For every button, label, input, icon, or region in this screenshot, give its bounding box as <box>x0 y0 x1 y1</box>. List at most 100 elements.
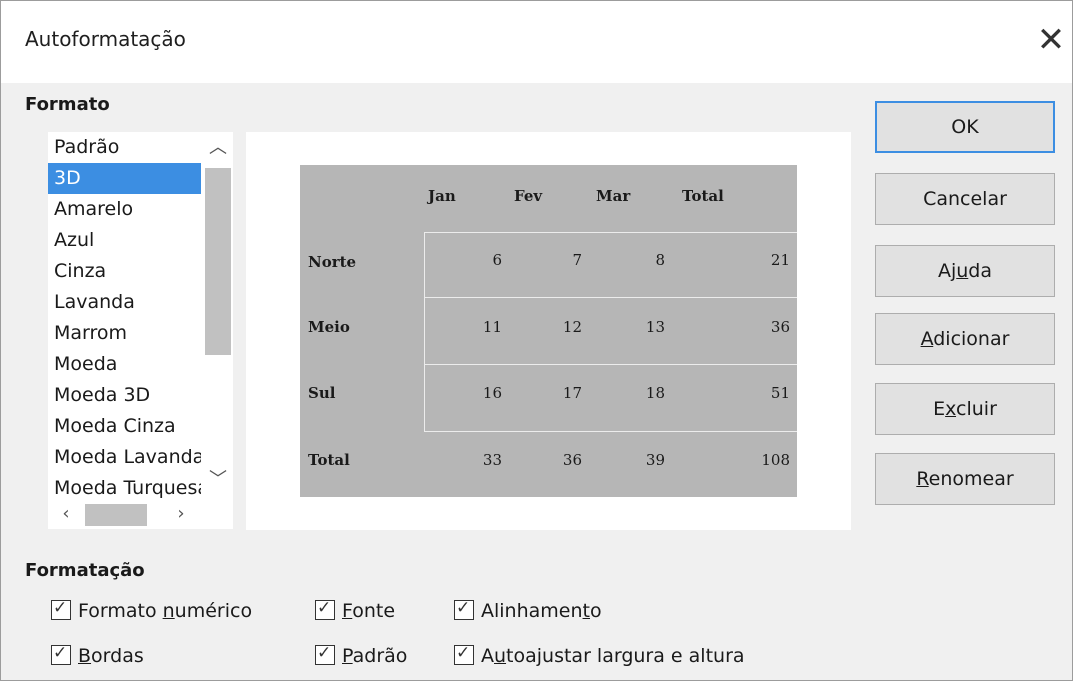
list-item[interactable]: Moeda <box>48 349 204 380</box>
checkbox-accelerator: n <box>162 600 175 622</box>
preview-cell: 108 <box>761 451 790 469</box>
rename-button-label-rest: enomear <box>928 468 1014 490</box>
horizontal-scroll-thumb[interactable] <box>85 504 147 526</box>
checkbox-box[interactable]: ✓ <box>315 598 335 620</box>
check-icon: ✓ <box>317 643 332 663</box>
check-icon: ✓ <box>456 643 471 663</box>
checkbox-box[interactable]: ✓ <box>315 643 335 665</box>
scroll-left-icon[interactable]: ‹ <box>56 502 76 526</box>
preview-cell: 51 <box>770 384 790 402</box>
close-icon[interactable]: ✕ <box>1031 15 1071 65</box>
preview-cell: 6 <box>492 251 502 269</box>
preview-cell: 18 <box>645 384 665 402</box>
add-button[interactable]: Adicionar <box>875 313 1055 365</box>
checkbox-label-rest: ordas <box>91 645 144 667</box>
pattern-checkbox[interactable]: ✓ Padrão <box>315 642 407 670</box>
list-item[interactable]: Moeda Cinza <box>48 411 204 442</box>
scroll-right-icon[interactable]: › <box>171 502 191 526</box>
number-format-checkbox[interactable]: ✓ Formato numérico <box>51 597 252 625</box>
checkbox-box[interactable]: ✓ <box>51 598 71 620</box>
rename-button-accelerator: R <box>916 468 929 490</box>
checkbox-label: Alinhamen <box>481 600 583 622</box>
preview-cell: 21 <box>770 251 790 269</box>
preview-header: Total <box>682 187 724 205</box>
scroll-up-icon[interactable]: ︿ <box>205 138 231 158</box>
check-icon: ✓ <box>53 643 68 663</box>
preview-cell: 36 <box>562 451 582 469</box>
checkbox-label-rest: adrão <box>352 645 408 667</box>
rename-button[interactable]: Renomear <box>875 453 1055 505</box>
preview-cell: 17 <box>562 384 582 402</box>
preview-header: Fev <box>514 187 543 205</box>
preview-header: Jan <box>428 187 456 205</box>
preview-cell: 39 <box>645 451 665 469</box>
list-item[interactable]: Padrão <box>48 132 204 163</box>
list-item[interactable]: Moeda Turquesa <box>48 473 204 498</box>
list-item-selected[interactable]: 3D <box>48 163 204 194</box>
check-icon: ✓ <box>317 598 332 618</box>
delete-button[interactable]: Excluir <box>875 383 1055 435</box>
checkbox-accelerator: B <box>78 645 92 667</box>
vertical-scrollbar[interactable]: ︿ ﹀ <box>201 132 233 498</box>
list-item[interactable]: Moeda Lavanda <box>48 442 204 473</box>
format-list[interactable]: Padrão 3D Amarelo Azul Cinza Lavanda Mar… <box>48 132 233 529</box>
formatacao-label: Formatação <box>25 560 145 581</box>
preview-header: Mar <box>596 187 631 205</box>
checkbox-label-rest: onte <box>352 600 396 622</box>
delete-button-label-rest: cluir <box>956 398 997 420</box>
vertical-scroll-thumb[interactable] <box>205 168 231 355</box>
preview-divider <box>424 297 797 298</box>
preview-cell: 11 <box>482 318 502 336</box>
preview-row-label: Meio <box>308 318 350 336</box>
formato-label: Formato <box>25 94 110 115</box>
scroll-down-icon[interactable]: ﹀ <box>205 470 231 490</box>
checkbox-label-rest: o <box>589 600 602 622</box>
list-item[interactable]: Azul <box>48 225 204 256</box>
preview-divider <box>424 232 797 233</box>
preview-row-label: Total <box>308 451 350 469</box>
delete-button-label: E <box>933 398 946 420</box>
autofit-checkbox[interactable]: ✓ Autoajustar largura e altura <box>454 642 745 670</box>
list-item[interactable]: Lavanda <box>48 287 204 318</box>
list-item[interactable]: Marrom <box>48 318 204 349</box>
format-preview: Jan Fev Mar Total Norte 6 7 8 21 Meio 11… <box>246 132 851 530</box>
checkbox-box[interactable]: ✓ <box>454 598 474 620</box>
list-item[interactable]: Cinza <box>48 256 204 287</box>
checkbox-accelerator: P <box>342 645 353 667</box>
checkbox-box[interactable]: ✓ <box>51 643 71 665</box>
checkbox-label: Formato <box>78 600 163 622</box>
help-button-label-rest: da <box>968 260 993 282</box>
add-button-accelerator: A <box>920 328 934 350</box>
list-item[interactable]: Amarelo <box>48 194 204 225</box>
checkbox-accelerator: F <box>342 600 353 622</box>
preview-cell: 7 <box>572 251 582 269</box>
list-item[interactable]: Moeda 3D <box>48 380 204 411</box>
preview-divider <box>424 431 797 432</box>
checkbox-label: A <box>481 645 494 667</box>
preview-cell: 36 <box>770 318 790 336</box>
ok-button[interactable]: OK <box>875 101 1055 153</box>
checkbox-label-rest: umérico <box>174 600 253 622</box>
dialog-title: Autoformatação <box>25 27 186 51</box>
preview-table: Jan Fev Mar Total Norte 6 7 8 21 Meio 11… <box>300 165 797 497</box>
preview-divider <box>424 364 797 365</box>
cancel-button[interactable]: Cancelar <box>875 173 1055 225</box>
font-checkbox[interactable]: ✓ Fonte <box>315 597 395 625</box>
horizontal-scrollbar[interactable]: ‹ › <box>48 498 233 529</box>
alignment-checkbox[interactable]: ✓ Alinhamento <box>454 597 602 625</box>
check-icon: ✓ <box>456 598 471 618</box>
checkbox-accelerator: u <box>494 645 507 667</box>
borders-checkbox[interactable]: ✓ Bordas <box>51 642 144 670</box>
help-button[interactable]: Ajuda <box>875 245 1055 297</box>
autoformat-dialog: Autoformatação ✕ Formato Padrão 3D Amare… <box>0 0 1073 681</box>
help-button-accelerator: u <box>956 260 969 282</box>
preview-cell: 8 <box>655 251 665 269</box>
preview-cell: 13 <box>645 318 665 336</box>
preview-cell: 16 <box>482 384 502 402</box>
checkbox-label-rest: toajustar largura e altura <box>506 645 745 667</box>
check-icon: ✓ <box>53 598 68 618</box>
preview-row-label: Sul <box>308 384 336 402</box>
preview-cell: 12 <box>562 318 582 336</box>
checkbox-box[interactable]: ✓ <box>454 643 474 665</box>
help-button-label: Aj <box>937 260 957 282</box>
